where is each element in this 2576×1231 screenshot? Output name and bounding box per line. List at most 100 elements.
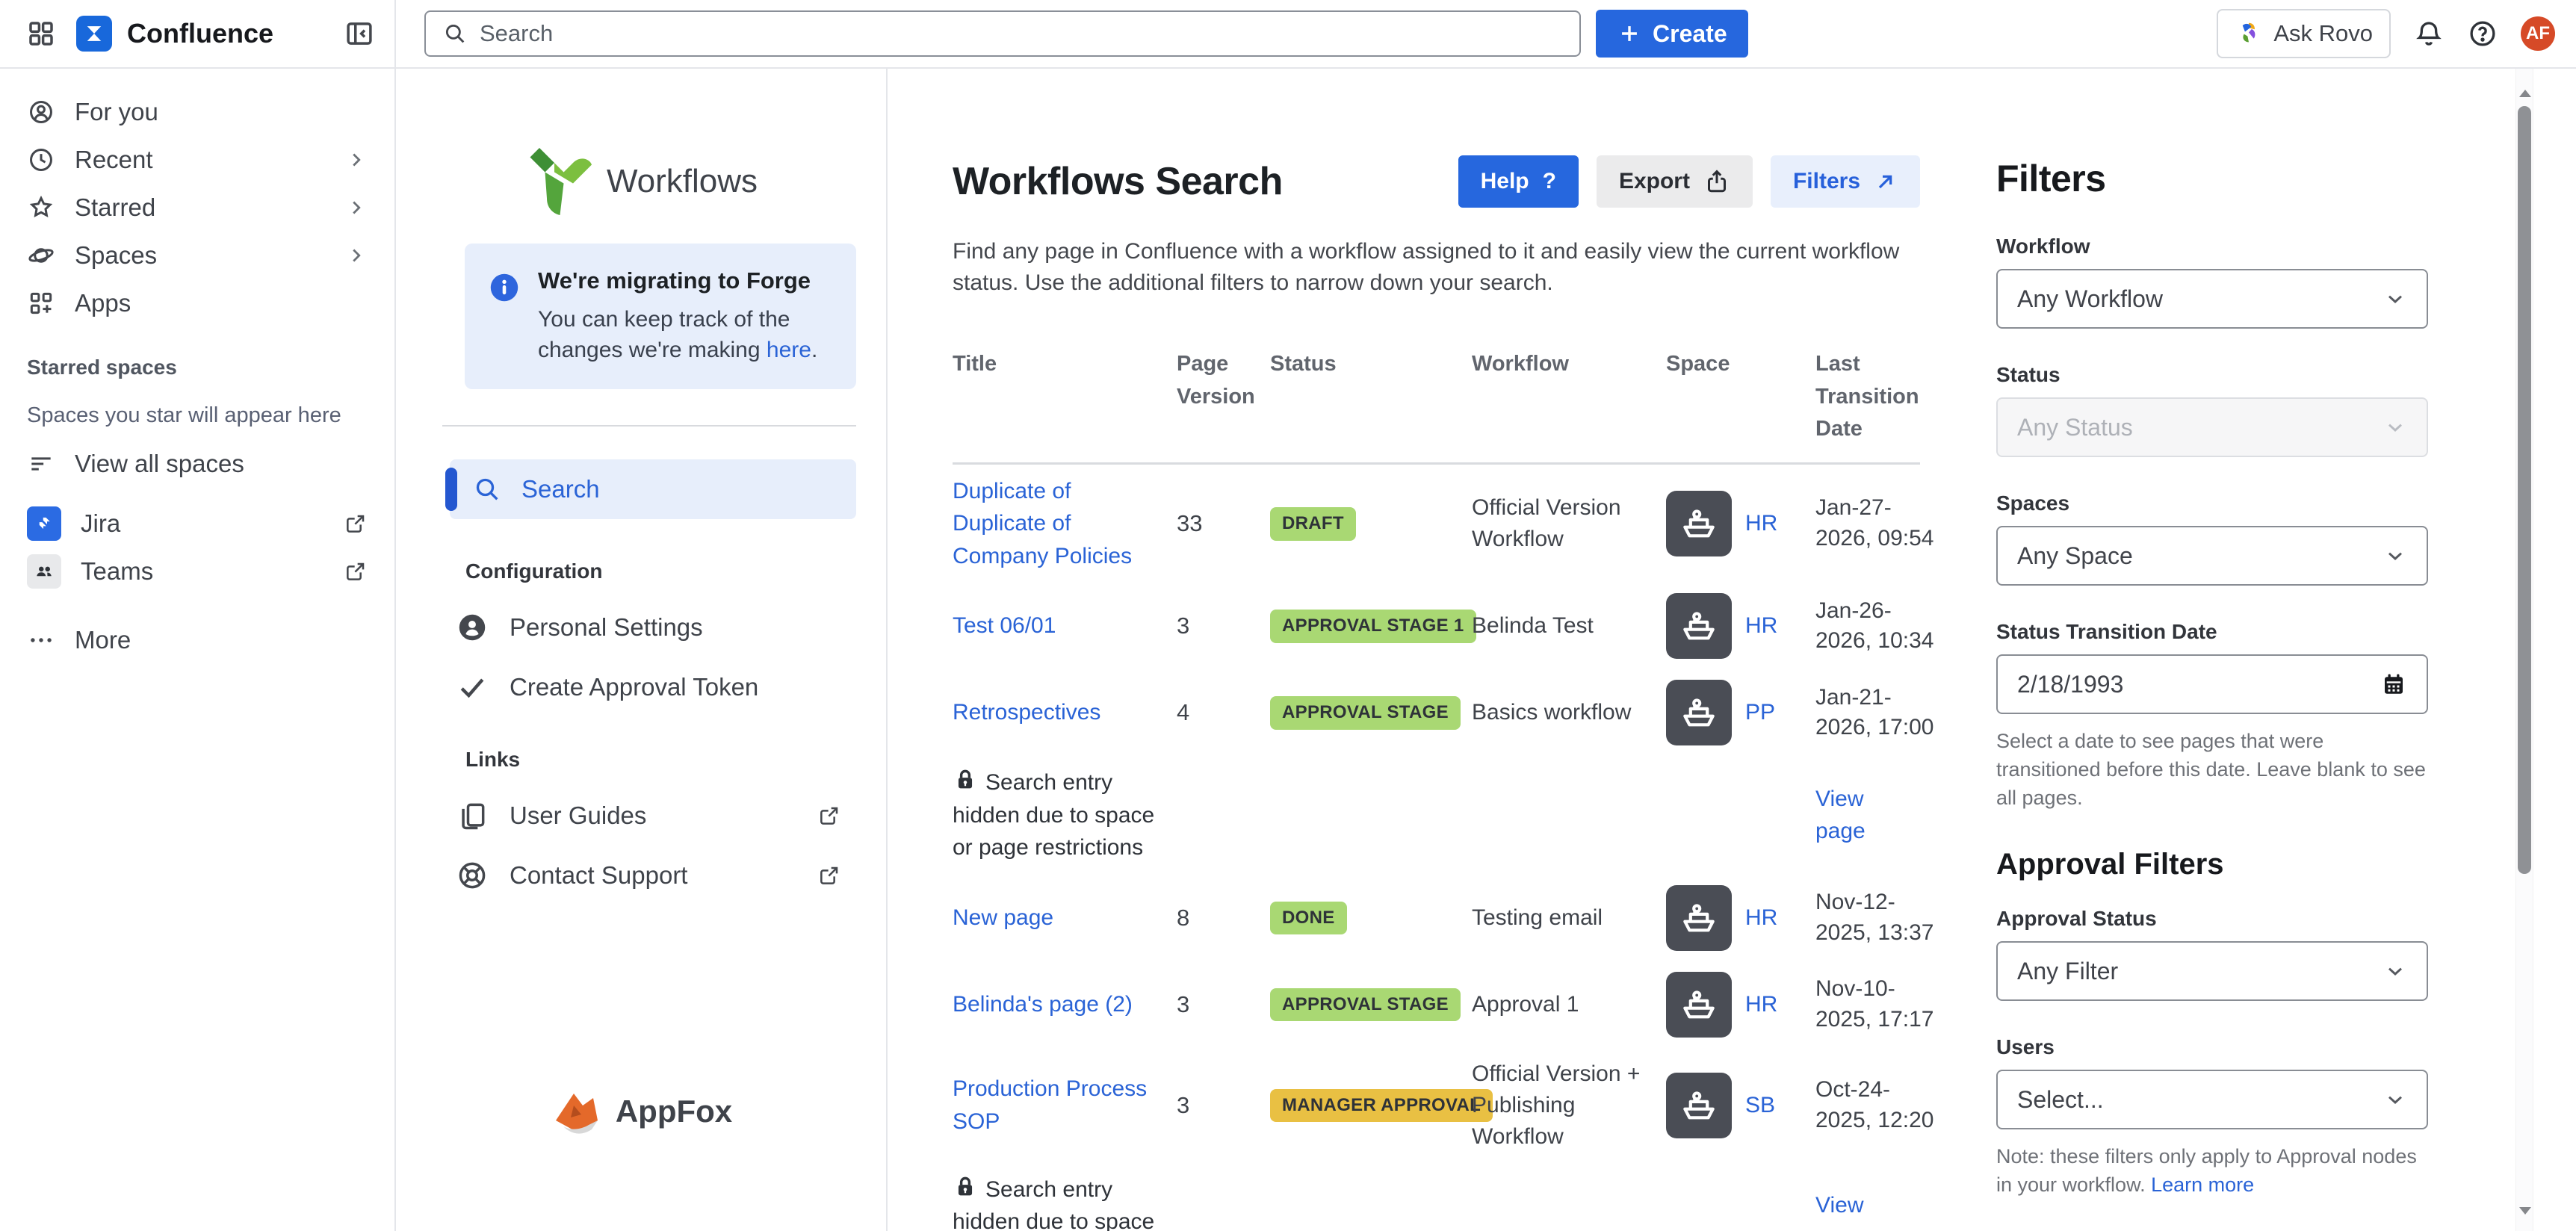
chevron-right-icon — [345, 196, 368, 219]
filters-button[interactable]: Filters — [1771, 155, 1920, 208]
page-title-link[interactable]: Production Process SOP — [953, 1076, 1147, 1134]
sidebar-item-starred[interactable]: Starred — [0, 184, 394, 232]
scrollbar-thumb[interactable] — [2518, 106, 2531, 874]
last-transition-date: Jan-27-2026, 09:54 — [1815, 493, 1961, 554]
space-link[interactable]: HR — [1745, 610, 1777, 642]
external-link-icon — [817, 863, 841, 887]
user-avatar[interactable]: AF — [2521, 16, 2555, 51]
workflow-filter-select[interactable]: Any Workflow — [1996, 269, 2428, 329]
transition-date-help: Select a date to see pages that were tra… — [1996, 728, 2428, 812]
ask-rovo-button[interactable]: Ask Rovo — [2217, 9, 2391, 58]
sidebar-label: Starred — [75, 193, 155, 222]
col-space: Space — [1666, 348, 1815, 462]
sidebar-item-apps[interactable]: Apps — [0, 279, 394, 327]
workflow-name: Basics workflow — [1472, 697, 1666, 728]
sidebar-item-teams[interactable]: Teams — [0, 548, 394, 595]
view-page-link[interactable]: View page — [1815, 1189, 1875, 1231]
last-transition-date: Jan-26-2026, 10:34 — [1815, 596, 1961, 657]
export-button[interactable]: Export — [1597, 155, 1753, 208]
appfox-logo-icon — [550, 1088, 607, 1135]
sidebar-label: Recent — [75, 146, 153, 174]
space-ship-icon — [1666, 972, 1732, 1038]
calendar-icon — [2380, 671, 2407, 698]
scrollbar-up-arrow[interactable] — [2519, 90, 2531, 97]
sidebar-item-spaces[interactable]: Spaces — [0, 232, 394, 279]
app-title: Confluence — [127, 18, 273, 49]
list-lines-icon — [27, 450, 55, 478]
status-filter-select: Any Status — [1996, 397, 2428, 457]
users-filter-label: Users — [1996, 1035, 2428, 1059]
personal-settings-item[interactable]: Personal Settings — [456, 601, 886, 654]
panel-divider — [442, 425, 856, 427]
spaces-filter-label: Spaces — [1996, 492, 2428, 515]
workflows-logo-icon — [524, 140, 599, 223]
table-row: Retrospectives4APPROVAL STAGEBasics work… — [953, 669, 1920, 756]
sidebar-item-more[interactable]: More — [0, 616, 394, 664]
banner-here-link[interactable]: here — [767, 338, 811, 362]
table-header: Title Page Version Status Workflow Space… — [953, 348, 1920, 462]
main-header: Workflows Search Help ? Export Filters — [953, 155, 1920, 208]
user-guides-item[interactable]: User Guides — [456, 790, 886, 842]
spaces-filter-select[interactable]: Any Space — [1996, 526, 2428, 586]
filters-heading: Filters — [1996, 157, 2428, 200]
collapse-sidebar-icon[interactable] — [344, 18, 375, 49]
notifications-bell-icon[interactable] — [2413, 18, 2445, 49]
view-page-link[interactable]: View page — [1815, 783, 1875, 848]
help-button[interactable]: Help ? — [1458, 155, 1579, 208]
space-link[interactable]: HR — [1745, 508, 1777, 539]
confluence-logo-icon[interactable] — [76, 16, 112, 52]
topbar: Confluence Search Create Ask Rovo A — [0, 0, 2576, 69]
learn-more-link[interactable]: Learn more — [2151, 1173, 2254, 1196]
transition-date-input[interactable]: 2/18/1993 — [1996, 654, 2428, 714]
page-title-link[interactable]: Duplicate of Duplicate of Company Polici… — [953, 479, 1132, 568]
workflow-filter-value: Any Workflow — [2017, 285, 2383, 313]
page-title-link[interactable]: Belinda's page (2) — [953, 992, 1133, 1017]
space-ship-icon — [1666, 1073, 1732, 1138]
view-all-spaces[interactable]: View all spaces — [0, 440, 394, 488]
page-title-link[interactable]: Retrospectives — [953, 700, 1100, 725]
table-row: New page8DONETesting emailHRNov-12-2025,… — [953, 875, 1920, 961]
page-title-link[interactable]: Test 06/01 — [953, 613, 1056, 638]
global-search-input[interactable]: Search — [424, 10, 1581, 57]
sidebar-item-for-you[interactable]: For you — [0, 88, 394, 136]
confluence-workflows-search-page: Confluence Search Create Ask Rovo A — [0, 0, 2576, 1231]
col-page-version: Page Version — [1177, 348, 1270, 462]
workflows-title: Workflows — [607, 163, 758, 200]
panel-search-item[interactable]: Search — [450, 459, 856, 519]
vertical-scrollbar[interactable] — [2515, 69, 2533, 1231]
page-title-link[interactable]: New page — [953, 905, 1053, 930]
table-row: Search entry hidden due to space or page… — [953, 1163, 1920, 1231]
rovo-icon — [2235, 19, 2263, 48]
sidebar-item-recent[interactable]: Recent — [0, 136, 394, 184]
approval-status-select[interactable]: Any Filter — [1996, 941, 2428, 1001]
space-link[interactable]: HR — [1745, 989, 1777, 1020]
page-description: Find any page in Confluence with a workf… — [953, 236, 1920, 299]
users-filter-value: Select... — [2017, 1086, 2383, 1114]
space-link[interactable]: PP — [1745, 697, 1775, 728]
create-approval-token-item[interactable]: Create Approval Token — [456, 661, 886, 713]
space-link[interactable]: HR — [1745, 902, 1777, 934]
status-badge: APPROVAL STAGE — [1270, 696, 1461, 730]
sidebar-item-jira[interactable]: Jira — [0, 500, 394, 548]
contact-support-item[interactable]: Contact Support — [456, 849, 886, 902]
help-question-icon[interactable] — [2467, 18, 2498, 49]
planet-icon — [27, 241, 55, 270]
last-transition-date: Jan-21-2026, 17:00 — [1815, 683, 1961, 743]
scrollbar-down-arrow[interactable] — [2519, 1207, 2531, 1215]
space-ship-icon — [1666, 885, 1732, 951]
external-link-icon — [344, 512, 368, 536]
sidebar-label: Spaces — [75, 241, 157, 270]
space-ship-icon — [1666, 491, 1732, 556]
workflow-table-body: Duplicate of Duplicate of Company Polici… — [953, 462, 1920, 1231]
app-switcher-icon[interactable] — [25, 18, 57, 49]
create-button[interactable]: Create — [1596, 10, 1748, 58]
left-sidebar: For you Recent Starred Spaces Apps Starr… — [0, 69, 396, 1231]
panel-item-label: Contact Support — [510, 861, 687, 890]
users-filter-select[interactable]: Select... — [1996, 1070, 2428, 1129]
appfox-brand: AppFox — [396, 1088, 886, 1135]
page-version: 8 — [1177, 902, 1270, 934]
check-icon — [456, 671, 489, 704]
table-row: Production Process SOP3MANAGER APPROVALO… — [953, 1048, 1920, 1163]
space-link[interactable]: SB — [1745, 1090, 1775, 1121]
topbar-left: Confluence — [0, 0, 396, 67]
